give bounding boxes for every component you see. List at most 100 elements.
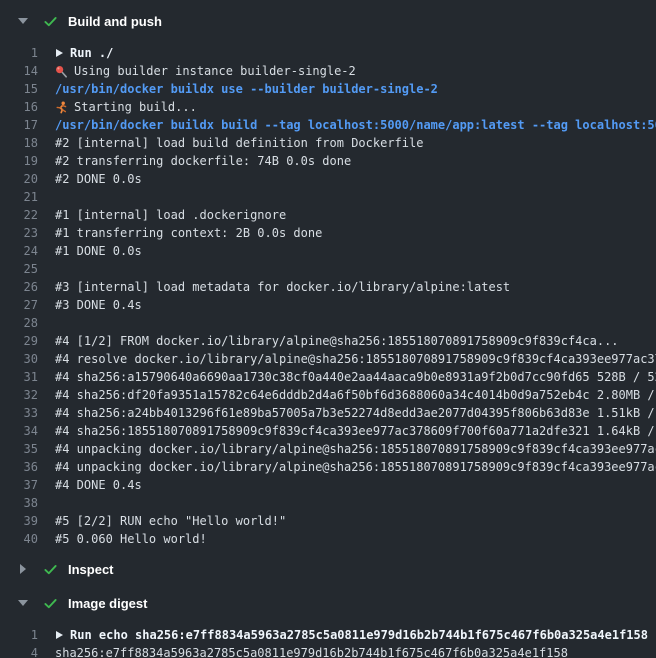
line-number[interactable]: 16 bbox=[0, 98, 38, 116]
line-text: #1 transferring context: 2B 0.0s done bbox=[55, 224, 322, 242]
workflow-log-viewer: Build and push 1 Run ./ 14 Using builder… bbox=[0, 0, 656, 658]
line-number[interactable]: 23 bbox=[0, 224, 38, 242]
log-lines: 1 Run ./ 14 Using builder instance build… bbox=[0, 34, 656, 556]
log-line: 37 #4 DONE 0.4s bbox=[0, 476, 656, 494]
line-content: /usr/bin/docker buildx use --builder bui… bbox=[55, 80, 656, 98]
line-number[interactable]: 32 bbox=[0, 386, 38, 404]
log-section-inspect: Inspect bbox=[0, 556, 656, 582]
line-text: #4 resolve docker.io/library/alpine@sha2… bbox=[55, 350, 656, 368]
line-text: Run echo sha256:e7ff8834a5963a2785c5a081… bbox=[70, 626, 648, 644]
log-line: 27 #3 DONE 0.4s bbox=[0, 296, 656, 314]
line-content: Run echo sha256:e7ff8834a5963a2785c5a081… bbox=[55, 626, 656, 644]
line-content: #2 transferring dockerfile: 74B 0.0s don… bbox=[55, 152, 656, 170]
line-number[interactable]: 31 bbox=[0, 368, 38, 386]
log-line: 19 #2 transferring dockerfile: 74B 0.0s … bbox=[0, 152, 656, 170]
line-text: #4 [1/2] FROM docker.io/library/alpine@s… bbox=[55, 332, 619, 350]
log-line: 25 bbox=[0, 260, 656, 278]
line-text: Starting build... bbox=[74, 98, 197, 116]
section-header-build-and-push[interactable]: Build and push bbox=[0, 8, 656, 34]
line-number[interactable]: 39 bbox=[0, 512, 38, 530]
section-header-inspect[interactable]: Inspect bbox=[0, 556, 656, 582]
line-content: #1 [internal] load .dockerignore bbox=[55, 206, 656, 224]
log-lines: 1 Run echo sha256:e7ff8834a5963a2785c5a0… bbox=[0, 616, 656, 658]
log-line: 33 #4 sha256:a24bb4013296f61e89ba57005a7… bbox=[0, 404, 656, 422]
line-number[interactable]: 4 bbox=[0, 644, 38, 658]
log-line: 35 #4 unpacking docker.io/library/alpine… bbox=[0, 440, 656, 458]
line-content: #5 0.060 Hello world! bbox=[55, 530, 656, 548]
log-line: 23 #1 transferring context: 2B 0.0s done bbox=[0, 224, 656, 242]
line-number[interactable]: 28 bbox=[0, 314, 38, 332]
log-line: 34 #4 sha256:185518070891758909c9f839cf4… bbox=[0, 422, 656, 440]
line-number[interactable]: 27 bbox=[0, 296, 38, 314]
line-number[interactable]: 17 bbox=[0, 116, 38, 134]
line-text: #4 DONE 0.4s bbox=[55, 476, 142, 494]
line-text: #4 unpacking docker.io/library/alpine@sh… bbox=[55, 458, 656, 476]
log-line: 16 Starting build... bbox=[0, 98, 656, 116]
line-text: #1 DONE 0.0s bbox=[55, 242, 142, 260]
line-text: #4 sha256:a15790640a6690aa1730c38cf0a440… bbox=[55, 368, 656, 386]
line-number[interactable]: 26 bbox=[0, 278, 38, 296]
line-number[interactable]: 21 bbox=[0, 188, 38, 206]
line-number[interactable]: 36 bbox=[0, 458, 38, 476]
log-line: 26 #3 [internal] load metadata for docke… bbox=[0, 278, 656, 296]
line-content: #4 unpacking docker.io/library/alpine@sh… bbox=[55, 440, 656, 458]
line-number[interactable]: 38 bbox=[0, 494, 38, 512]
line-content: #2 [internal] load build definition from… bbox=[55, 134, 656, 152]
line-number[interactable]: 22 bbox=[0, 206, 38, 224]
line-number[interactable]: 35 bbox=[0, 440, 38, 458]
section-title: Build and push bbox=[68, 14, 162, 29]
line-number[interactable]: 14 bbox=[0, 62, 38, 80]
section-header-image-digest[interactable]: Image digest bbox=[0, 590, 656, 616]
log-line: 18 #2 [internal] load build definition f… bbox=[0, 134, 656, 152]
line-number[interactable]: 33 bbox=[0, 404, 38, 422]
line-number[interactable]: 30 bbox=[0, 350, 38, 368]
line-number[interactable]: 18 bbox=[0, 134, 38, 152]
section-title: Image digest bbox=[68, 596, 147, 611]
line-number[interactable]: 34 bbox=[0, 422, 38, 440]
line-text: Using builder instance builder-single-2 bbox=[74, 62, 356, 80]
line-number[interactable]: 15 bbox=[0, 80, 38, 98]
log-section-image-digest: Image digest 1 Run echo sha256:e7ff8834a… bbox=[0, 590, 656, 658]
log-section-build-and-push: Build and push 1 Run ./ 14 Using builder… bbox=[0, 8, 656, 556]
log-line: 4 sha256:e7ff8834a5963a2785c5a0811e979d1… bbox=[0, 644, 656, 658]
expand-group-arrow-icon[interactable] bbox=[56, 49, 63, 57]
line-number[interactable]: 29 bbox=[0, 332, 38, 350]
line-text: #4 unpacking docker.io/library/alpine@sh… bbox=[55, 440, 656, 458]
line-content: #4 sha256:a24bb4013296f61e89ba57005a7b3e… bbox=[55, 404, 656, 422]
line-content: #4 sha256:a15790640a6690aa1730c38cf0a440… bbox=[55, 368, 656, 386]
line-number[interactable]: 19 bbox=[0, 152, 38, 170]
line-content: Run ./ bbox=[55, 44, 656, 62]
line-content: #4 sha256:185518070891758909c9f839cf4ca3… bbox=[55, 422, 656, 440]
line-content: #1 transferring context: 2B 0.0s done bbox=[55, 224, 656, 242]
log-line: 17 /usr/bin/docker buildx build --tag lo… bbox=[0, 116, 656, 134]
expand-group-arrow-icon[interactable] bbox=[56, 631, 63, 639]
line-text: #1 [internal] load .dockerignore bbox=[55, 206, 286, 224]
log-line: 14 Using builder instance builder-single… bbox=[0, 62, 656, 80]
line-number[interactable]: 25 bbox=[0, 260, 38, 278]
chevron-down-icon bbox=[16, 600, 30, 606]
log-line: 30 #4 resolve docker.io/library/alpine@s… bbox=[0, 350, 656, 368]
line-text: sha256:e7ff8834a5963a2785c5a0811e979d16b… bbox=[55, 644, 568, 658]
log-line: 28 bbox=[0, 314, 656, 332]
log-line: 31 #4 sha256:a15790640a6690aa1730c38cf0a… bbox=[0, 368, 656, 386]
line-content: #3 DONE 0.4s bbox=[55, 296, 656, 314]
line-number[interactable]: 1 bbox=[0, 44, 38, 62]
line-number[interactable]: 37 bbox=[0, 476, 38, 494]
line-content: Starting build... bbox=[55, 98, 656, 116]
line-content: Using builder instance builder-single-2 bbox=[55, 62, 656, 80]
line-text: #2 transferring dockerfile: 74B 0.0s don… bbox=[55, 152, 351, 170]
line-text: #5 0.060 Hello world! bbox=[55, 530, 207, 548]
line-number[interactable]: 24 bbox=[0, 242, 38, 260]
line-content: #4 resolve docker.io/library/alpine@sha2… bbox=[55, 350, 656, 368]
line-content: #2 DONE 0.0s bbox=[55, 170, 656, 188]
line-number[interactable]: 40 bbox=[0, 530, 38, 548]
line-content: #4 sha256:df20fa9351a15782c64e6dddb2d4a6… bbox=[55, 386, 656, 404]
success-check-icon bbox=[42, 596, 58, 611]
line-text: #4 sha256:a24bb4013296f61e89ba57005a7b3e… bbox=[55, 404, 656, 422]
line-content: #4 [1/2] FROM docker.io/library/alpine@s… bbox=[55, 332, 656, 350]
line-number[interactable]: 20 bbox=[0, 170, 38, 188]
line-content: #4 unpacking docker.io/library/alpine@sh… bbox=[55, 458, 656, 476]
log-line: 39 #5 [2/2] RUN echo "Hello world!" bbox=[0, 512, 656, 530]
log-line: 38 bbox=[0, 494, 656, 512]
line-number[interactable]: 1 bbox=[0, 626, 38, 644]
